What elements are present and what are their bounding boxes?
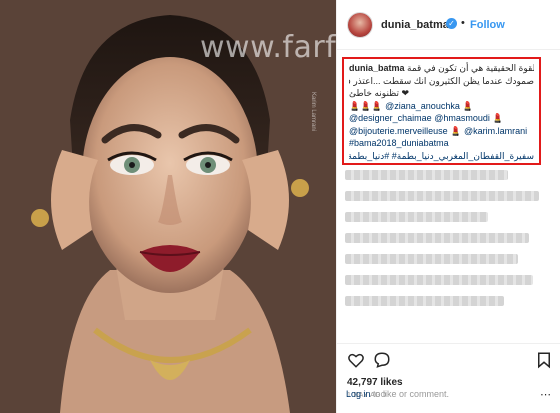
header-username[interactable]: dunia_batma bbox=[381, 19, 449, 31]
likes-count[interactable]: 42,797 likes bbox=[347, 377, 403, 388]
blurred-comment bbox=[345, 296, 505, 306]
caption-emoji-2: 💄 bbox=[462, 100, 474, 111]
blurred-comment bbox=[345, 275, 533, 285]
caption-username[interactable]: dunia_batma bbox=[349, 63, 405, 73]
login-text: to like or comment. bbox=[370, 389, 450, 399]
blurred-comment bbox=[345, 233, 529, 243]
caption-emoji-4: 💄 bbox=[450, 125, 462, 136]
bookmark-icon[interactable] bbox=[535, 351, 553, 369]
comment-icon[interactable] bbox=[373, 351, 391, 369]
login-link[interactable]: Log in bbox=[346, 389, 371, 399]
caption-line-6: @bijouterie.merveilleuse 💄 @karim.lamran… bbox=[349, 125, 534, 138]
caption-line-1: dunia_batma القوة الحقيقية هي أن تكون في… bbox=[349, 62, 534, 75]
caption-highlight-box: dunia_batma القوة الحقيقية هي أن تكون في… bbox=[342, 57, 541, 165]
verified-badge-icon: ✓ bbox=[446, 18, 457, 29]
caption-line-2: صمودك عندما يظن الكثيرون انك سقطت ...اعت… bbox=[349, 75, 534, 86]
caption-line-7: #bama2018_duniabatma bbox=[349, 137, 534, 150]
heart-icon[interactable] bbox=[347, 351, 365, 369]
login-prompt: Log in to like or comment. ⋯ bbox=[336, 389, 560, 413]
login-row: Log in to like or comment. bbox=[346, 389, 449, 399]
photo-credit-text: Karim Lamrani bbox=[310, 92, 316, 132]
caption-line-4: 💄💄💄 @ziana_anouchka 💄 bbox=[349, 100, 534, 113]
blurred-comment bbox=[345, 254, 519, 264]
caption-emoji-3: 💄 bbox=[492, 113, 504, 123]
post-actions-bar bbox=[337, 343, 560, 373]
caption-text-1: القوة الحقيقية هي أن تكون في قمة bbox=[407, 63, 534, 73]
header-separator: • bbox=[461, 17, 465, 29]
mention-hmasmoudi[interactable]: @hmasmoudi bbox=[434, 113, 490, 123]
caption-line-5: @designer_chaimae @hmasmoudi 💄 bbox=[349, 112, 534, 125]
caption-emoji-1: 💄💄💄 bbox=[349, 100, 383, 111]
mention-bijouterie[interactable]: @bijouterie.merveilleuse bbox=[349, 126, 448, 136]
caption-line-3: ❤ تظنونه خاطئ bbox=[349, 88, 410, 98]
blurred-comment bbox=[345, 170, 509, 180]
follow-button[interactable]: Follow bbox=[470, 19, 505, 31]
blurred-comments bbox=[345, 170, 549, 317]
hashtag-arabic[interactable]: سفيرة_القفطان_المغربي_دنيا_بطمة# #دنيا_ب… bbox=[349, 151, 534, 161]
mention-ziana[interactable]: @ziana_anouchka bbox=[385, 101, 460, 111]
mention-karim-lamrani[interactable]: @karim.lamrani bbox=[464, 126, 527, 136]
blurred-comment bbox=[345, 191, 539, 201]
mention-designer-chaimae[interactable]: @designer_chaimae bbox=[349, 113, 432, 123]
more-options-icon[interactable]: ⋯ bbox=[540, 388, 551, 401]
hashtag-bama2018[interactable]: #bama2018_duniabatma bbox=[349, 138, 449, 148]
post-sidebar: dunia_batma ✓ • Follow dunia_batma القوة… bbox=[336, 0, 560, 413]
blurred-comment bbox=[345, 212, 488, 222]
caption-line-8: سفيرة_القفطان_المغربي_دنيا_بطمة# #دنيا_ب… bbox=[349, 150, 534, 163]
avatar[interactable] bbox=[347, 12, 373, 38]
post-header: dunia_batma ✓ • Follow bbox=[337, 0, 560, 50]
